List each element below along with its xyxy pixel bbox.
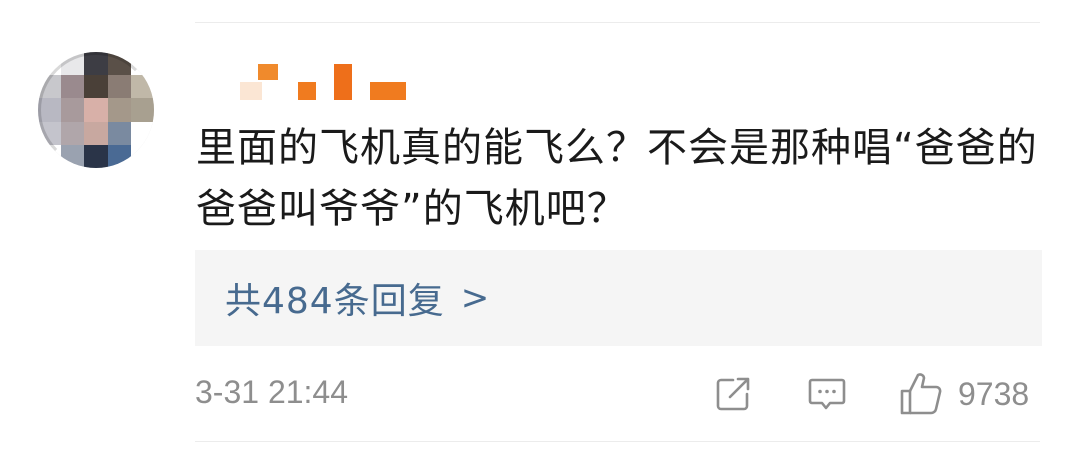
replies-panel[interactable]: 共484条回复 > bbox=[195, 250, 1042, 346]
username-block bbox=[240, 82, 262, 100]
share-button[interactable] bbox=[713, 372, 753, 416]
username-obscured[interactable] bbox=[240, 60, 410, 104]
username-block bbox=[334, 64, 352, 100]
view-replies-link[interactable]: 共484条回复 > bbox=[225, 272, 490, 324]
username-block bbox=[258, 64, 278, 80]
comment-icon bbox=[808, 378, 846, 410]
comment-text: 里面的飞机真的能飞么？不会是那种唱“爸爸的爸爸叫爷爷”的飞机吧？ bbox=[196, 125, 1038, 232]
thumbs-up-icon bbox=[900, 373, 942, 415]
like-button[interactable]: 9738 bbox=[898, 372, 1029, 416]
avatar-ring bbox=[38, 52, 154, 168]
username-block bbox=[298, 82, 316, 100]
replies-label: 共484条回复 bbox=[225, 281, 445, 322]
like-count: 9738 bbox=[958, 375, 1030, 412]
share-icon bbox=[716, 377, 750, 411]
avatar[interactable] bbox=[38, 52, 154, 168]
username-block bbox=[370, 82, 406, 100]
comment-timestamp: 3-31 21:44 bbox=[195, 374, 349, 410]
bottom-divider bbox=[195, 441, 1040, 442]
comment-button[interactable] bbox=[806, 372, 848, 416]
chevron-right-icon: > bbox=[460, 278, 491, 318]
top-divider bbox=[195, 22, 1040, 23]
